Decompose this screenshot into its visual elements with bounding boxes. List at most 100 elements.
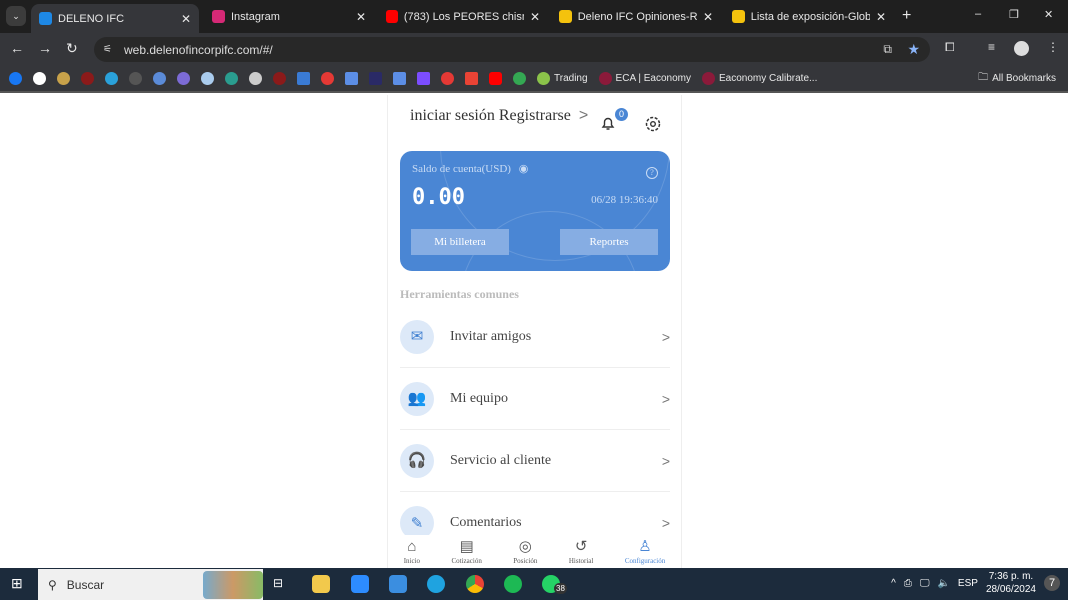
close-tab-icon[interactable]: ✕: [356, 10, 366, 24]
close-window-icon[interactable]: ✕: [1044, 8, 1053, 21]
folder-icon: 🗀: [978, 71, 989, 83]
eye-icon[interactable]: ◉: [519, 163, 529, 175]
site-info-icon[interactable]: ⚟: [103, 44, 112, 55]
forward-icon[interactable]: →: [38, 40, 52, 56]
edge-icon[interactable]: [427, 575, 445, 593]
extensions-icon[interactable]: ⧠: [945, 40, 955, 55]
address-bar[interactable]: ⚟ web.delenofincorpifc.com/#/ ⧉ ★: [94, 37, 930, 62]
bookmark-icon[interactable]: [225, 71, 238, 85]
bookmark-icon[interactable]: [273, 71, 286, 85]
nav-label: Cotización: [451, 557, 482, 565]
gear-icon[interactable]: [644, 115, 662, 133]
help-icon[interactable]: ?: [646, 167, 658, 179]
headset-icon: 🎧: [400, 443, 434, 478]
menu-item-invite-friends[interactable]: ✉ Invitar amigos >: [400, 306, 670, 368]
tab-instagram[interactable]: Instagram ✕: [204, 4, 374, 29]
tab-search-button[interactable]: ⌄: [6, 6, 26, 26]
install-app-icon[interactable]: ⧉: [883, 42, 892, 57]
login-register-link[interactable]: iniciar sesión Registrarse >: [410, 107, 588, 125]
tab-deleno-opiniones[interactable]: Deleno IFC Opiniones-Reseñ ✕: [551, 4, 721, 29]
notification-center-icon[interactable]: 7: [1044, 575, 1060, 591]
windows-start-icon[interactable]: ⊞: [11, 575, 23, 592]
file-explorer-icon[interactable]: [312, 575, 330, 593]
bookmark-eca[interactable]: ECA | Eaconomy: [598, 71, 691, 85]
close-tab-icon[interactable]: ✕: [703, 10, 713, 24]
nav-historial[interactable]: ↺ Historial: [569, 535, 594, 568]
clock[interactable]: 7:36 p. m. 28/06/2024: [986, 570, 1036, 596]
bookmark-icon[interactable]: [369, 71, 382, 85]
gmail-bookmark-icon[interactable]: [465, 71, 478, 85]
bookmark-trading[interactable]: Trading: [537, 71, 588, 85]
tools-heading: Herramientas comunes: [400, 287, 519, 301]
bookmark-label: Trading: [554, 72, 588, 84]
minimize-icon[interactable]: –: [975, 8, 981, 20]
restore-icon[interactable]: ❐: [1009, 8, 1019, 21]
bookmark-star-icon[interactable]: ★: [907, 41, 920, 58]
network-icon[interactable]: 🖵: [920, 578, 930, 589]
bookmark-icon[interactable]: [417, 71, 430, 85]
nav-cotizacion[interactable]: ▤ Cotización: [452, 535, 482, 568]
home-icon: ⌂: [407, 539, 417, 555]
telegram-bookmark-icon[interactable]: [105, 71, 118, 85]
tab-deleno[interactable]: DELENO IFC ✕: [31, 4, 199, 33]
maps-bookmark-icon[interactable]: [513, 71, 526, 85]
language-indicator[interactable]: ESP: [958, 578, 978, 589]
bookmark-eaconomy-calibrate[interactable]: Eaconomy Calibrate...: [701, 71, 817, 85]
spotify-icon[interactable]: [504, 575, 522, 593]
bookmark-icon[interactable]: [441, 71, 454, 85]
app-page: iniciar sesión Registrarse > 0 Saldo de …: [387, 95, 682, 568]
bookmark-icon[interactable]: [393, 71, 406, 85]
bookmark-icon[interactable]: [249, 71, 262, 85]
task-view-icon[interactable]: ⊟: [273, 576, 283, 590]
new-tab-icon[interactable]: +: [902, 7, 911, 25]
bookmark-icon[interactable]: [57, 71, 70, 85]
bell-icon[interactable]: [600, 115, 616, 131]
store-icon[interactable]: [351, 575, 369, 593]
tab-title: Instagram: [231, 10, 280, 23]
browser-toolbar: ← → ↻ ⚟ web.delenofincorpifc.com/#/ ⧉ ★ ⧠…: [0, 33, 1068, 65]
close-tab-icon[interactable]: ✕: [876, 10, 886, 24]
meet-now-icon[interactable]: ⎙: [904, 578, 912, 589]
menu-item-my-team[interactable]: 👥 Mi equipo >: [400, 368, 670, 430]
tab-youtube[interactable]: (783) Los PEORES chismes d ✕: [378, 4, 548, 29]
bookmark-icon[interactable]: [321, 71, 334, 85]
nav-inicio[interactable]: ⌂ Inicio: [404, 535, 420, 568]
all-bookmarks[interactable]: 🗀 All Bookmarks: [978, 70, 1056, 87]
wallet-button[interactable]: Mi billetera: [411, 229, 509, 255]
menu-item-label: Mi equipo: [450, 390, 508, 406]
bookmark-icon[interactable]: [81, 71, 94, 85]
mail-icon[interactable]: [389, 575, 407, 593]
bookmark-icon[interactable]: [153, 71, 166, 85]
search-highlight-image: [203, 571, 263, 599]
nav-label: Inicio: [403, 557, 421, 565]
login-text: iniciar sesión Registrarse: [410, 107, 571, 124]
back-icon[interactable]: ←: [10, 40, 24, 56]
instagram-favicon: [212, 10, 225, 23]
google-bookmark-icon[interactable]: [33, 71, 46, 85]
bookmark-label: ECA | Eaconomy: [615, 72, 691, 84]
menu-icon[interactable]: ⋮: [1047, 40, 1059, 54]
tab-lista-exposicion[interactable]: Lista de exposición-Global E ✕: [724, 4, 894, 29]
nav-posicion[interactable]: ◎ Posición: [513, 535, 537, 568]
youtube-bookmark-icon[interactable]: [489, 71, 502, 85]
volume-icon[interactable]: 🔈: [937, 578, 949, 589]
chrome-icon[interactable]: [466, 575, 484, 593]
taskbar-search[interactable]: ⚲ Buscar: [38, 569, 263, 600]
bookmark-icon[interactable]: [201, 71, 214, 85]
show-hidden-icons[interactable]: ^: [891, 578, 896, 589]
bookmark-icon[interactable]: [297, 71, 310, 85]
close-tab-icon[interactable]: ✕: [181, 12, 191, 26]
profile-avatar[interactable]: [1014, 41, 1029, 56]
reports-button[interactable]: Reportes: [560, 229, 658, 255]
close-tab-icon[interactable]: ✕: [530, 10, 540, 24]
nav-configuracion[interactable]: ♙ Configuración: [625, 535, 665, 568]
media-icon[interactable]: ≡: [988, 40, 995, 54]
menu-item-label: Comentarios: [450, 515, 522, 530]
notification-badge: 0: [615, 108, 628, 121]
menu-item-customer-service[interactable]: 🎧 Servicio al cliente >: [400, 430, 670, 492]
bookmark-icon[interactable]: [345, 71, 358, 85]
bookmark-icon[interactable]: [177, 71, 190, 85]
reload-icon[interactable]: ↻: [66, 40, 78, 57]
facebook-bookmark-icon[interactable]: [9, 71, 22, 85]
bookmark-icon[interactable]: [129, 71, 142, 85]
